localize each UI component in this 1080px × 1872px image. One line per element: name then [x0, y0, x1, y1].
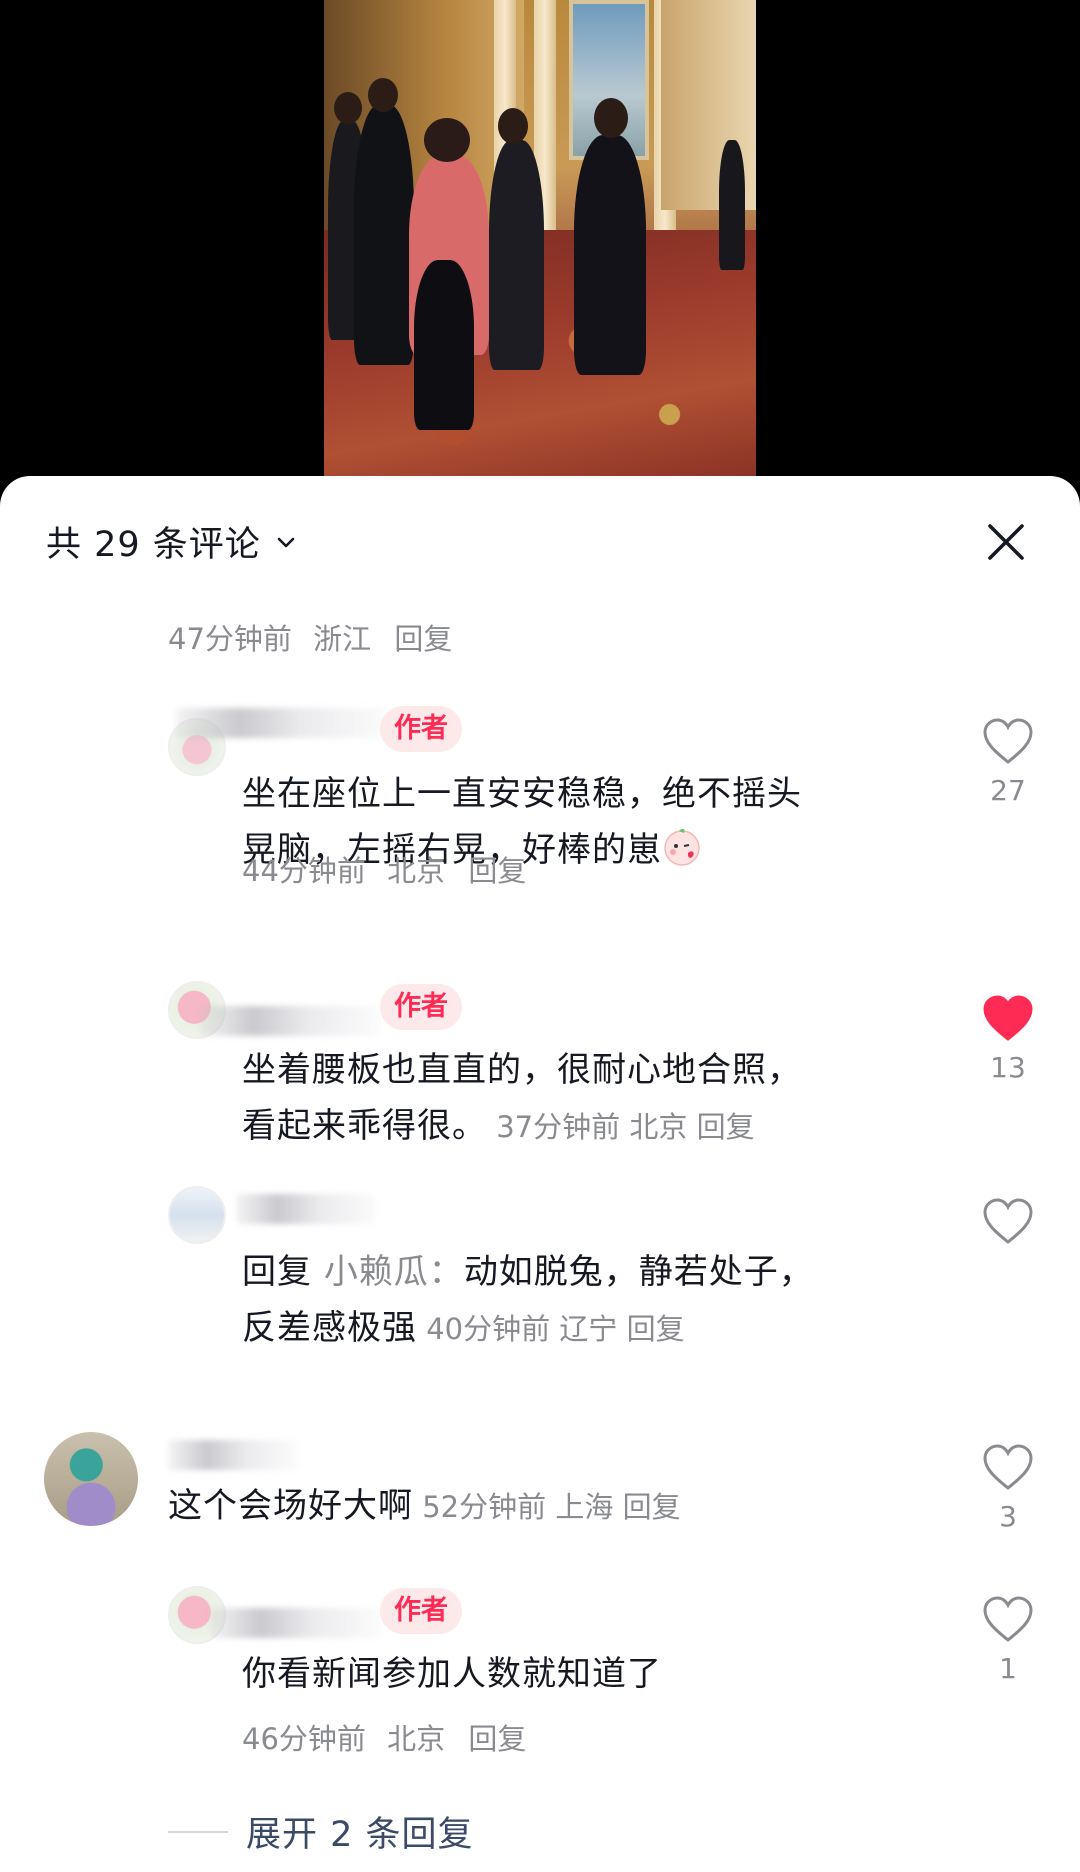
username-blurred: [168, 1440, 298, 1470]
avatar[interactable]: [168, 1186, 226, 1244]
comment-time: 46分钟前: [242, 1722, 366, 1756]
like-count: 1: [999, 1652, 1017, 1685]
comment-location: 上海: [555, 1490, 614, 1524]
reply-to-username[interactable]: 小赖瓜：: [324, 1252, 464, 1292]
like-count: 13: [990, 1051, 1026, 1084]
comment-meta: 47分钟前 浙江 回复: [168, 616, 452, 658]
comment-sheet-header: 共 29 条评论: [0, 476, 1080, 606]
comment-count-title[interactable]: 共 29 条评论: [46, 516, 301, 567]
heart-outline-icon: [983, 718, 1033, 764]
expand-replies-button[interactable]: 展开 2 条回复: [168, 1806, 474, 1857]
heart-outline-icon: [983, 1444, 1033, 1490]
like-button[interactable]: [968, 1196, 1048, 1284]
comment-time: 47分钟前: [168, 622, 292, 656]
close-button[interactable]: [980, 516, 1032, 568]
username-blurred: [176, 708, 386, 738]
heart-outline-icon: [983, 1198, 1033, 1244]
author-badge: 作者: [380, 706, 462, 752]
blush-kiss-emoji-icon: [664, 828, 700, 866]
reply-button[interactable]: 回复: [394, 622, 452, 656]
comment-meta: 52分钟前 上海 回复: [413, 1490, 681, 1524]
like-count: 3: [999, 1500, 1017, 1533]
video-player[interactable]: [0, 0, 1080, 476]
comment-text: 回复 小赖瓜：动如脱兔，静若处子， 反差感极强 40分钟前 辽宁 回复: [242, 1252, 814, 1348]
chevron-down-icon: [277, 537, 295, 547]
comment-meta: 37分钟前 北京 回复: [487, 1110, 755, 1144]
comment-text: 你看新闻参加人数就知道了: [242, 1654, 662, 1694]
comment-meta: 40分钟前 辽宁 回复: [417, 1312, 685, 1346]
reply-button[interactable]: 回复: [468, 854, 526, 888]
comment-text: 这个会场好大啊 52分钟前 上海 回复: [168, 1486, 681, 1526]
like-count: [968, 1254, 1048, 1284]
username-blurred: [210, 1608, 380, 1638]
heart-filled-icon: [983, 995, 1033, 1041]
like-button[interactable]: 1: [968, 1594, 1048, 1685]
comment-location: 北京: [387, 1722, 446, 1756]
comment-location: 辽宁: [559, 1312, 618, 1346]
like-button[interactable]: 13: [968, 993, 1048, 1084]
comment-location: 浙江: [313, 622, 372, 656]
like-button[interactable]: 3: [968, 1442, 1048, 1533]
reply-button[interactable]: 回复: [623, 1490, 681, 1524]
divider: [168, 1830, 228, 1833]
avatar[interactable]: [44, 1432, 138, 1526]
reply-button[interactable]: 回复: [627, 1312, 685, 1346]
expand-replies-label: 展开 2 条回复: [246, 1815, 474, 1855]
comment-sheet: 共 29 条评论 47分钟前 浙江 回复 作者 坐在座位上一直安安稳稳，绝不摇头…: [0, 476, 1080, 1872]
comment-location: 北京: [629, 1110, 688, 1144]
reply-button[interactable]: 回复: [697, 1110, 755, 1144]
username-blurred: [236, 1194, 376, 1224]
author-badge: 作者: [380, 984, 462, 1030]
reply-button[interactable]: 回复: [468, 1722, 526, 1756]
comment-meta: 44分钟前 北京 回复: [242, 848, 526, 890]
video-thumbnail: [324, 0, 756, 476]
author-badge: 作者: [380, 1588, 462, 1634]
comment-time: 37分钟前: [496, 1110, 621, 1144]
like-button[interactable]: 27: [968, 716, 1048, 807]
comment-meta: 46分钟前 北京 回复: [242, 1716, 526, 1758]
username-blurred: [200, 1006, 380, 1036]
comment-time: 40分钟前: [426, 1312, 551, 1346]
comment-location: 北京: [387, 854, 446, 888]
comment-time: 44分钟前: [242, 854, 366, 888]
close-icon: [988, 524, 1024, 560]
heart-outline-icon: [983, 1596, 1033, 1642]
comment-count-label: 共 29 条评论: [46, 525, 261, 565]
like-count: 27: [990, 774, 1026, 807]
comment-time: 52分钟前: [422, 1490, 547, 1524]
comment-text: 坐着腰板也直直的，很耐心地合照， 看起来乖得很。 37分钟前 北京 回复: [242, 1050, 802, 1146]
